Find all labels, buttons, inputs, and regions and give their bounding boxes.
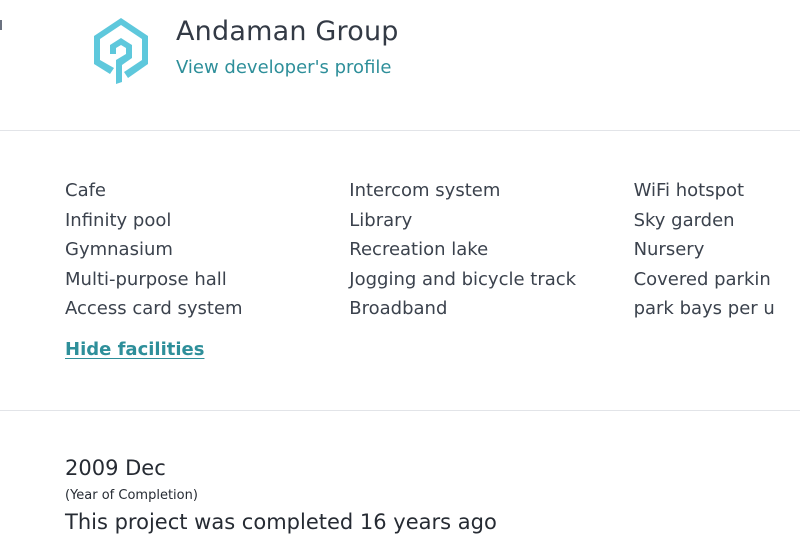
hide-facilities-link[interactable]: Hide facilities bbox=[65, 339, 204, 360]
facility-item: Sky garden bbox=[633, 209, 735, 231]
facility-item: Nursery bbox=[633, 239, 705, 260]
facility-item: Access card system bbox=[65, 298, 243, 319]
facility-item: Infinity pool bbox=[65, 209, 172, 231]
facilities-column-3: WiFi hotspot Sky garden Nursery Covered … bbox=[634, 176, 800, 324]
developer-logo-icon bbox=[94, 18, 148, 84]
facilities-column-1: Cafe Infinity pool Gymnasium Multi-purpo… bbox=[65, 176, 349, 324]
facility-item: park bays per u bbox=[633, 298, 775, 319]
developer-profile-link[interactable]: View developer's profile bbox=[176, 57, 399, 78]
developer-header: Andaman Group View developer's profile bbox=[88, 10, 399, 88]
completion-year: 2009 Dec bbox=[65, 456, 166, 480]
facility-item: WiFi hotspot bbox=[633, 180, 745, 201]
completion-year-label: (Year of Completion) bbox=[65, 488, 198, 503]
facility-item: Covered parkin bbox=[633, 268, 771, 290]
developer-info: Andaman Group View developer's profile bbox=[176, 10, 399, 78]
facility-item: Broadband bbox=[349, 298, 448, 319]
facilities-column-2: Intercom system Library Recreation lake … bbox=[349, 176, 633, 324]
edge-marker bbox=[0, 20, 2, 30]
section-divider bbox=[0, 130, 800, 131]
facility-item: Cafe bbox=[65, 180, 107, 201]
section-divider bbox=[0, 410, 800, 411]
facilities-list: Cafe Infinity pool Gymnasium Multi-purpo… bbox=[65, 176, 800, 324]
project-details-page: Andaman Group View developer's profile C… bbox=[0, 0, 800, 552]
completion-info: 2009 Dec (Year of Completion) This proje… bbox=[65, 456, 497, 535]
completion-summary: This project was completed 16 years ago bbox=[65, 510, 497, 534]
facility-item: Gymnasium bbox=[65, 239, 173, 260]
facility-item: Intercom system bbox=[349, 180, 501, 201]
facility-item: Recreation lake bbox=[349, 239, 489, 260]
facility-item: Library bbox=[349, 209, 413, 231]
developer-name: Andaman Group bbox=[176, 16, 399, 47]
facility-item: Jogging and bicycle track bbox=[349, 268, 577, 290]
facility-item: Multi-purpose hall bbox=[65, 268, 227, 290]
